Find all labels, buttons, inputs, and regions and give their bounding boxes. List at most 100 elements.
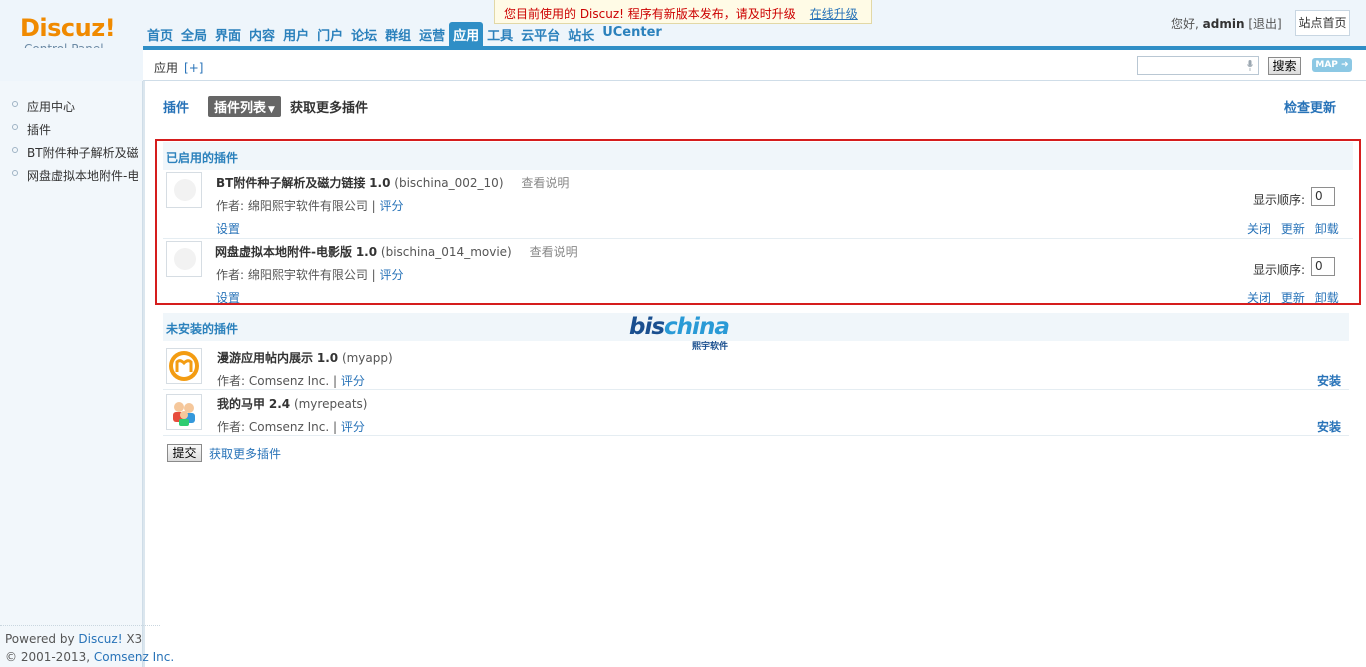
plugin-name: BT附件种子解析及磁力链接 [216, 176, 366, 190]
site-home-button[interactable]: 站点首页 [1295, 10, 1350, 36]
sidebar-item-label: 插件 [27, 123, 52, 137]
sidebar-item-bt-plugin[interactable]: BT附件种子解析及磁 [12, 144, 138, 167]
myapp-icon [166, 348, 202, 384]
tab-plugin-list-label: 插件列表 [214, 101, 267, 116]
sidebar-item-label: 网盘虚拟本地附件-电 [27, 169, 138, 183]
plugin-settings-link[interactable]: 设置 [216, 289, 240, 306]
plugin-author-text: 作者: 绵阳熙宇软件有限公司 | [216, 268, 376, 282]
uninstall-link[interactable]: 卸载 [1315, 291, 1339, 305]
upgrade-link[interactable]: 在线升级 [810, 7, 858, 21]
plugin-author: 作者: Comsenz Inc. | 评分 [217, 418, 365, 435]
people-icon [173, 402, 195, 426]
map-button[interactable]: MAP ➜ [1312, 58, 1352, 72]
row-divider [163, 238, 1353, 239]
breadcrumb-current: 应用 [154, 61, 179, 75]
display-order-label: 显示顺序: [1253, 263, 1306, 277]
plugin-title: 网盘虚拟本地附件-电影版 1.0 (bischina_014_movie) 查看… [215, 243, 578, 260]
nav-extended[interactable]: 运营 [415, 22, 449, 48]
nav-user[interactable]: 用户 [279, 22, 313, 48]
check-update-link[interactable]: 检查更新 [1284, 97, 1336, 116]
display-order-label: 显示顺序: [1253, 193, 1306, 207]
disable-link[interactable]: 关闭 [1247, 291, 1271, 305]
plugin-rate-link[interactable]: 评分 [380, 268, 404, 282]
plugin-author: 作者: 绵阳熙宇软件有限公司 | 评分 [216, 266, 404, 283]
footer-divider [0, 625, 160, 626]
nav-tools[interactable]: 工具 [483, 22, 517, 48]
sidebar-item-label: 应用中心 [27, 100, 76, 114]
plugin-title: 漫游应用帖内展示 1.0 (myapp) [217, 349, 393, 366]
plugin-title: BT附件种子解析及磁力链接 1.0 (bischina_002_10) 查看说明 [216, 174, 569, 191]
plugin-name: 网盘虚拟本地附件-电影版 [215, 245, 352, 259]
left-sidebar: 应用中心 插件 BT附件种子解析及磁 网盘虚拟本地附件-电 [0, 81, 143, 667]
upgrade-notice-text: 您目前使用的 Discuz! 程序有新版本发布，请及时升级 [504, 7, 796, 21]
logo-panel [0, 48, 143, 81]
plugin-identifier: (bischina_014_movie) [380, 245, 512, 259]
plugin-rate-link[interactable]: 评分 [341, 374, 365, 388]
breadcrumb: 应用 [+] [154, 59, 203, 76]
install-link[interactable]: 安装 [1317, 418, 1341, 435]
get-more-plugins-link[interactable]: 获取更多插件 [209, 445, 281, 462]
bullet-icon [12, 101, 18, 107]
plugin-rate-link[interactable]: 评分 [341, 420, 365, 434]
plugin-settings-link[interactable]: 设置 [216, 220, 240, 237]
nav-forum[interactable]: 论坛 [347, 22, 381, 48]
disable-link[interactable]: 关闭 [1247, 222, 1271, 236]
plugin-readme-link[interactable]: 查看说明 [530, 245, 578, 259]
watermark-word: bischina [629, 314, 739, 340]
discuz-link[interactable]: Discuz! [78, 632, 122, 646]
bullet-icon [12, 170, 18, 176]
microphone-icon[interactable] [1247, 60, 1253, 71]
nav-apps[interactable]: 应用 [449, 22, 484, 48]
submit-button[interactable]: 提交 [167, 444, 202, 462]
nav-home[interactable]: 首页 [143, 22, 177, 48]
logout-link[interactable]: [退出] [1248, 17, 1281, 31]
uninstall-link[interactable]: 卸载 [1315, 222, 1339, 236]
plugin-author: 作者: Comsenz Inc. | 评分 [217, 372, 365, 389]
watermark-word-china: china [664, 314, 730, 340]
enabled-plugins-highlight: 已启用的插件 BT附件种子解析及磁力链接 1.0 (bischina_002_1… [155, 139, 1361, 305]
update-link[interactable]: 更新 [1281, 222, 1305, 236]
tab-plugins[interactable]: 插件 [163, 97, 189, 116]
nav-group[interactable]: 群组 [381, 22, 415, 48]
sidebar-item-app-center[interactable]: 应用中心 [12, 98, 138, 121]
plugin-icon [166, 241, 202, 277]
version-suffix: X3 [122, 632, 143, 646]
plugin-name: 漫游应用帖内展示 [217, 351, 314, 365]
sidebar-item-plugins[interactable]: 插件 [12, 121, 138, 144]
plugin-tabs: 插件 插件列表 ▼ 获取更多插件 [163, 96, 368, 117]
uninstalled-plugins-title: 未安装的插件 [163, 313, 1349, 341]
row-divider [163, 435, 1349, 436]
upgrade-notice: 您目前使用的 Discuz! 程序有新版本发布，请及时升级 在线升级 [494, 0, 872, 24]
sidebar-menu: 应用中心 插件 BT附件种子解析及磁 网盘虚拟本地附件-电 [12, 98, 138, 190]
caret-down-icon: ▼ [268, 105, 275, 115]
nav-founder[interactable]: 站长 [564, 22, 598, 48]
plugin-actions: 关闭 更新 卸载 [1241, 289, 1339, 306]
display-order-input[interactable]: 0 [1311, 257, 1335, 276]
plugin-identifier: (bischina_002_10) [394, 176, 504, 190]
sidebar-item-label: BT附件种子解析及磁 [27, 146, 138, 160]
update-link[interactable]: 更新 [1281, 291, 1305, 305]
nav-ucenter[interactable]: UCenter [598, 22, 666, 48]
display-order-input[interactable]: 0 [1311, 187, 1335, 206]
nav-portal[interactable]: 门户 [313, 22, 347, 48]
plugin-author-text: 作者: Comsenz Inc. | [217, 420, 338, 434]
plugin-identifier: (myrepeats) [293, 397, 368, 411]
admin-search-input[interactable] [1137, 56, 1259, 75]
tab-get-more-plugins[interactable]: 获取更多插件 [290, 97, 368, 116]
plugin-name: 我的马甲 [217, 397, 266, 411]
nav-content[interactable]: 内容 [245, 22, 279, 48]
plugin-title: 我的马甲 2.4 (myrepeats) [217, 395, 367, 412]
tab-plugin-list[interactable]: 插件列表 ▼ [208, 96, 281, 117]
main-content: 插件 插件列表 ▼ 获取更多插件 检查更新 已启用的插件 BT附件种子解析及磁力链… [145, 82, 1366, 667]
nav-style[interactable]: 界面 [211, 22, 245, 48]
plugin-rate-link[interactable]: 评分 [380, 199, 404, 213]
install-link[interactable]: 安装 [1317, 372, 1341, 389]
search-button[interactable]: 搜索 [1268, 57, 1301, 75]
myrepeats-icon [166, 394, 202, 430]
add-to-menu-link[interactable]: [+] [184, 61, 203, 75]
plugin-icon [166, 172, 202, 208]
sidebar-item-netdisk-plugin[interactable]: 网盘虚拟本地附件-电 [12, 167, 138, 190]
nav-cloud[interactable]: 云平台 [517, 22, 564, 48]
nav-global[interactable]: 全局 [177, 22, 211, 48]
plugin-readme-link[interactable]: 查看说明 [521, 176, 569, 190]
